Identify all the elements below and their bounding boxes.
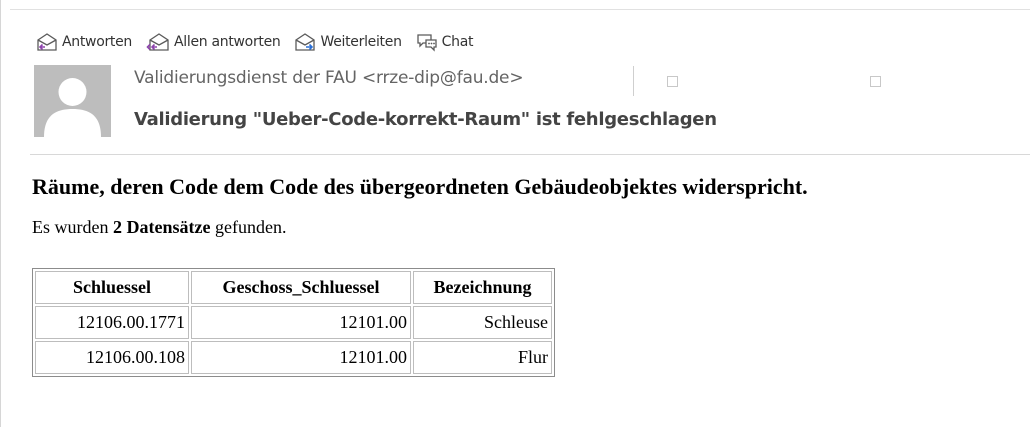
column-header-schluessel: Schluessel bbox=[35, 271, 189, 304]
forward-icon bbox=[293, 32, 320, 52]
table-cell: 12106.00.1771 bbox=[35, 306, 189, 339]
message-action-toolbar: Antworten Allen antworten Weiterleiten C… bbox=[35, 31, 486, 53]
reply-all-icon bbox=[145, 32, 174, 52]
results-table: Schluessel Geschoss_Schluessel Bezeichnu… bbox=[32, 268, 555, 377]
chat-icon bbox=[415, 32, 442, 52]
table-cell: 12101.00 bbox=[191, 341, 411, 374]
table-cell: Flur bbox=[413, 341, 552, 374]
message-summary: Es wurden 2 Datensätze gefunden. bbox=[32, 217, 286, 238]
sender-name[interactable]: Validierungsdienst der FAU <rrze-dip@fau… bbox=[134, 68, 524, 88]
pane-top-divider bbox=[10, 9, 1030, 10]
column-header-bezeichnung: Bezeichnung bbox=[413, 271, 552, 304]
summary-suffix: gefunden. bbox=[210, 217, 287, 237]
table-row: 12106.00.1771 12101.00 Schleuse bbox=[35, 306, 552, 339]
column-header-geschoss-schluessel: Geschoss_Schluessel bbox=[191, 271, 411, 304]
message-heading: Räume, deren Code dem Code des übergeord… bbox=[32, 174, 808, 199]
reply-icon bbox=[35, 32, 62, 52]
person-silhouette-icon bbox=[34, 65, 111, 137]
reply-all-label: Allen antworten bbox=[174, 34, 281, 50]
chat-button[interactable]: Chat bbox=[415, 32, 474, 52]
sender-avatar[interactable] bbox=[34, 65, 111, 137]
placeholder-icon bbox=[667, 76, 678, 87]
reply-all-button[interactable]: Allen antworten bbox=[145, 32, 281, 52]
table-cell: 12106.00.108 bbox=[35, 341, 189, 374]
message-subject: Validierung "Ueber-Code-korrekt-Raum" is… bbox=[134, 109, 717, 130]
header-divider bbox=[30, 154, 1030, 155]
reply-button[interactable]: Antworten bbox=[35, 32, 132, 52]
table-header-row: Schluessel Geschoss_Schluessel Bezeichnu… bbox=[35, 271, 552, 304]
summary-prefix: Es wurden bbox=[32, 217, 113, 237]
forward-label: Weiterleiten bbox=[320, 34, 402, 50]
table-cell: Schleuse bbox=[413, 306, 552, 339]
table-row: 12106.00.108 12101.00 Flur bbox=[35, 341, 552, 374]
chat-label: Chat bbox=[441, 34, 474, 50]
reply-label: Antworten bbox=[62, 34, 132, 50]
placeholder-icon bbox=[870, 76, 881, 87]
pane-left-border bbox=[0, 0, 1, 427]
table-cell: 12101.00 bbox=[191, 306, 411, 339]
summary-count: 2 Datensätze bbox=[112, 217, 211, 237]
header-separator bbox=[633, 66, 634, 96]
forward-button[interactable]: Weiterleiten bbox=[293, 32, 402, 52]
